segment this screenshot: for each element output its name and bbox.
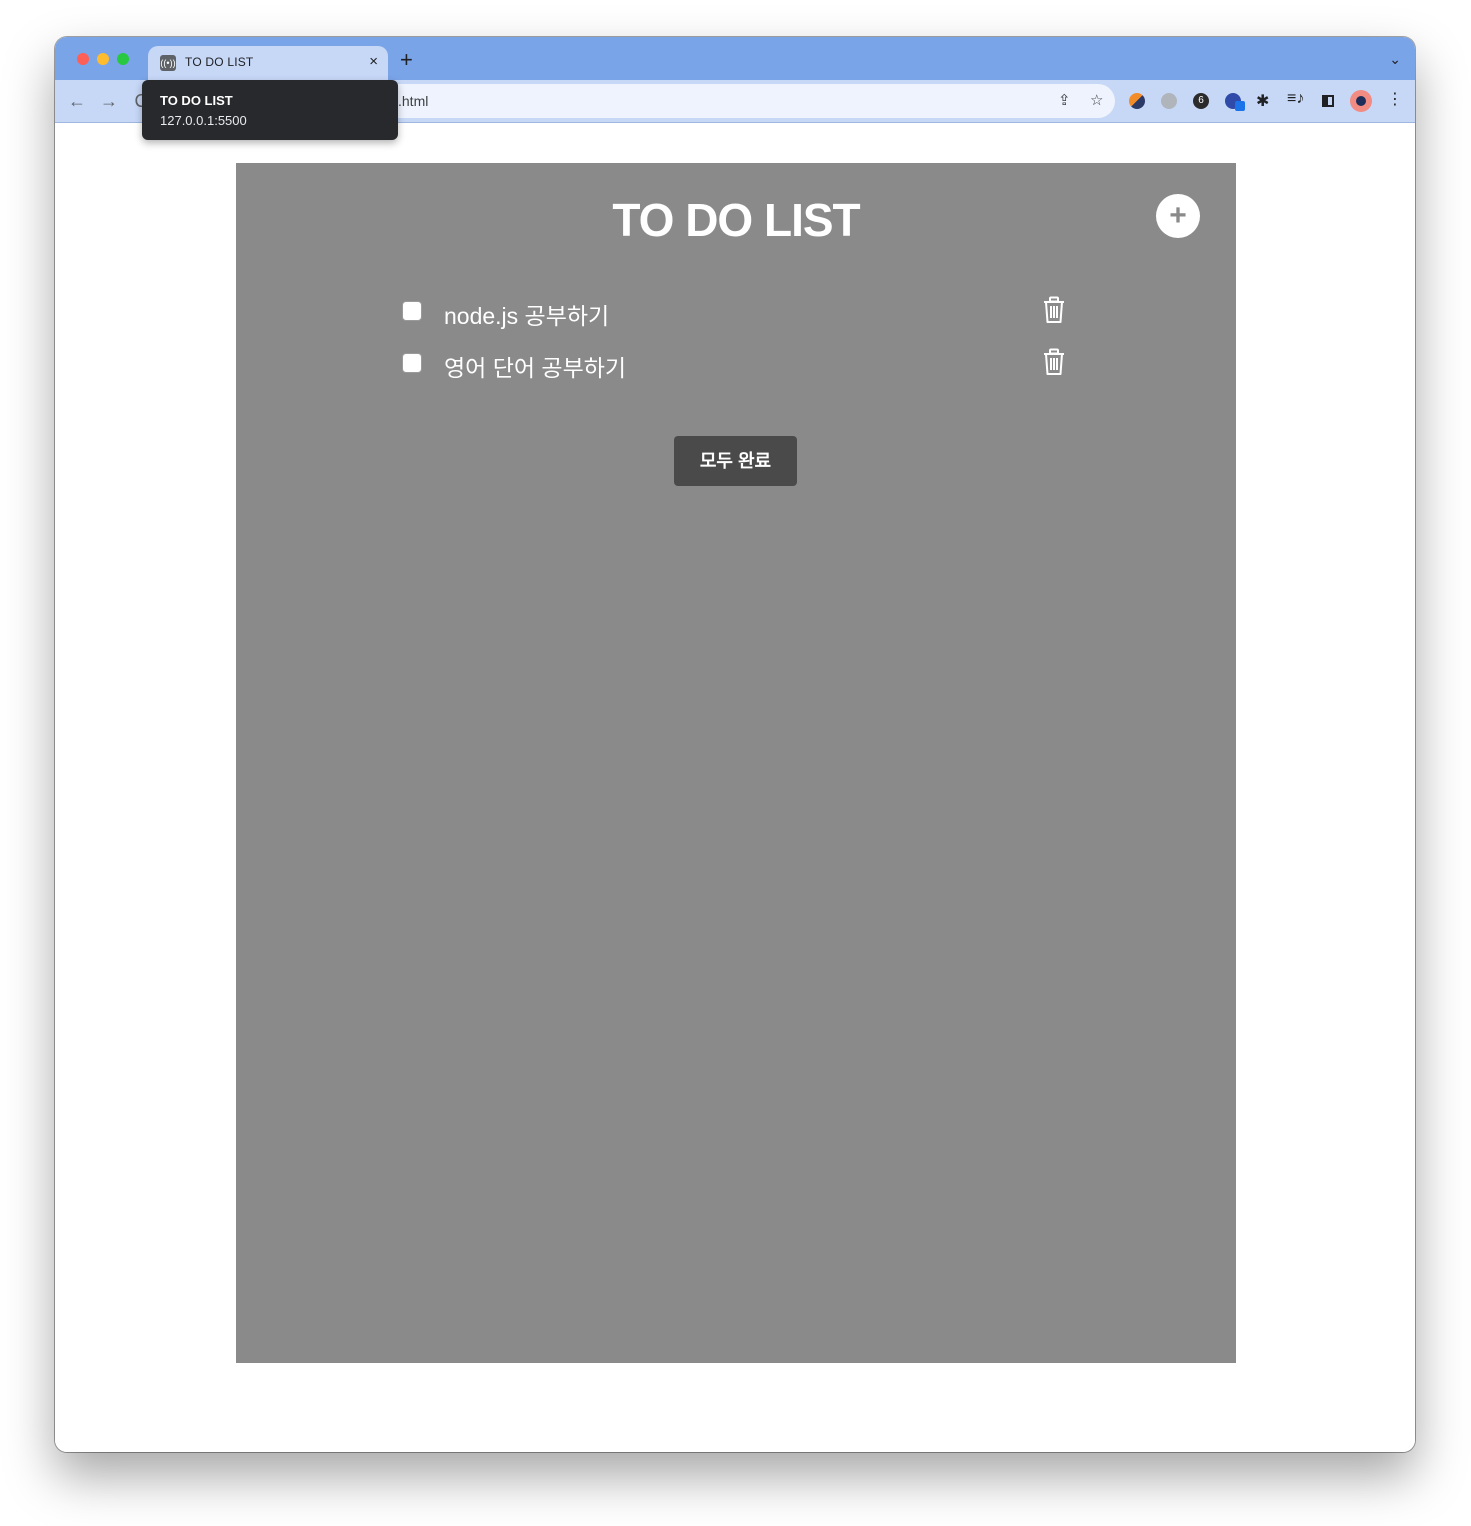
share-icon[interactable]: ⇪ xyxy=(1058,92,1071,110)
back-arrow-icon[interactable]: ← xyxy=(65,89,89,113)
profile-avatar[interactable] xyxy=(1350,90,1372,112)
avatar-image xyxy=(1356,96,1366,106)
broadcast-icon: ((•)) xyxy=(160,55,176,71)
browser-window: ((•)) TO DO LIST × + ⌄ ← → C .html ⇪ ☆ 6… xyxy=(55,37,1415,1452)
tooltip-title: TO DO LIST xyxy=(160,93,233,108)
extension-badge-icon xyxy=(1235,101,1245,111)
tab-search-chevron-icon[interactable]: ⌄ xyxy=(1389,51,1401,68)
list-item: node.js 공부하기 xyxy=(402,293,1072,329)
minimize-window-button[interactable] xyxy=(97,53,109,65)
trash-icon[interactable] xyxy=(1042,296,1066,329)
add-todo-button[interactable]: + xyxy=(1156,194,1200,238)
tab-strip: ((•)) TO DO LIST × + ⌄ xyxy=(55,37,1415,80)
todo-checkbox[interactable] xyxy=(402,353,422,373)
tab-hover-tooltip: TO DO LIST 127.0.0.1:5500 xyxy=(142,80,398,140)
close-tab-icon[interactable]: × xyxy=(369,53,378,71)
page-title: TO DO LIST xyxy=(612,194,860,246)
tab-todo-list[interactable]: ((•)) TO DO LIST × xyxy=(148,46,388,80)
more-menu-icon[interactable]: ⋮ xyxy=(1387,89,1403,111)
todo-text: 영어 단어 공부하기 xyxy=(444,355,627,381)
todo-text: node.js 공부하기 xyxy=(444,303,610,329)
media-control-icon[interactable]: ≡♪ xyxy=(1287,90,1304,108)
maximize-window-button[interactable] xyxy=(117,53,129,65)
extensions-puzzle-icon[interactable]: ✱ xyxy=(1256,91,1269,111)
extension-2-icon[interactable] xyxy=(1161,93,1177,109)
page-content: TO DO LIST + node.js 공부하기 영어 단어 공부하기 모두 … xyxy=(55,123,1415,1452)
complete-all-button[interactable]: 모두 완료 xyxy=(674,436,797,486)
tab-title: TO DO LIST xyxy=(185,55,254,69)
extension-3-icon[interactable]: 6 xyxy=(1193,93,1209,109)
new-tab-button[interactable]: + xyxy=(400,49,413,71)
list-item: 영어 단어 공부하기 xyxy=(402,345,1072,381)
url-text: .html xyxy=(398,93,429,109)
todo-checkbox[interactable] xyxy=(402,301,422,321)
trash-icon[interactable] xyxy=(1042,348,1066,381)
forward-arrow-icon[interactable]: → xyxy=(97,89,121,113)
bookmark-star-icon[interactable]: ☆ xyxy=(1090,92,1103,110)
tooltip-url: 127.0.0.1:5500 xyxy=(160,113,247,128)
close-window-button[interactable] xyxy=(77,53,89,65)
extension-1-icon[interactable] xyxy=(1129,93,1145,109)
side-panel-icon[interactable] xyxy=(1322,95,1334,107)
todo-panel: TO DO LIST + node.js 공부하기 영어 단어 공부하기 모두 … xyxy=(236,163,1236,1363)
